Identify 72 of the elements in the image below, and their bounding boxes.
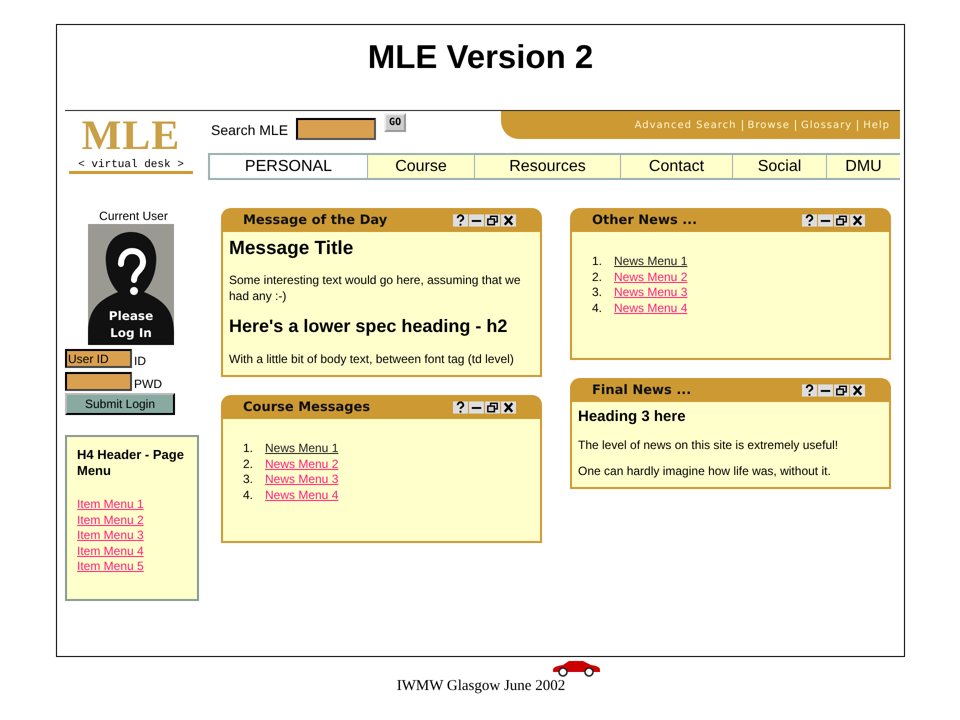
close-icon[interactable] bbox=[850, 384, 865, 396]
go-button[interactable]: GO bbox=[384, 113, 406, 132]
widget-title: Other News ... bbox=[592, 212, 698, 228]
page-menu-link[interactable]: Item Menu 5 bbox=[77, 559, 144, 575]
logo-text: MLE bbox=[82, 113, 180, 159]
page-menu-link[interactable]: Item Menu 1 bbox=[77, 497, 144, 513]
help-icon[interactable] bbox=[453, 214, 468, 226]
search-label: Search MLE bbox=[211, 122, 288, 138]
news-link[interactable]: News Menu 4 bbox=[614, 300, 688, 316]
restore-icon[interactable] bbox=[834, 214, 849, 226]
close-icon[interactable] bbox=[501, 214, 516, 226]
footer-text: IWMW Glasgow June 2002 bbox=[396, 678, 566, 694]
car-icon bbox=[551, 659, 601, 677]
news-link[interactable]: News Menu 4 bbox=[265, 488, 338, 503]
widget-title: Course Messages bbox=[243, 400, 370, 414]
help-icon[interactable] bbox=[453, 400, 468, 414]
submit-login-button[interactable]: Submit Login bbox=[65, 393, 175, 415]
nav-tab[interactable]: Contact bbox=[620, 155, 732, 178]
list-number: 4. bbox=[243, 488, 254, 503]
field-label: PWD bbox=[134, 377, 162, 391]
news-link[interactable]: News Menu 1 bbox=[614, 254, 688, 270]
page-menu-link[interactable]: Item Menu 4 bbox=[77, 544, 144, 560]
help-icon[interactable] bbox=[802, 384, 817, 396]
news-heading: Heading 3 here bbox=[578, 408, 687, 425]
header-link[interactable]: Glossary bbox=[800, 120, 852, 130]
help-icon[interactable] bbox=[802, 214, 817, 226]
body-text: One can hardly imagine how life was, without it. bbox=[578, 463, 832, 479]
page-menu-link[interactable]: Item Menu 3 bbox=[77, 528, 144, 544]
list-number: 1. bbox=[592, 254, 604, 270]
close-icon[interactable] bbox=[501, 400, 516, 414]
minimize-icon[interactable] bbox=[469, 400, 484, 414]
close-icon[interactable] bbox=[850, 214, 865, 226]
body-text: Some interesting text would go here, assuming that we had any :-) bbox=[229, 272, 522, 304]
nav-tab[interactable]: Course bbox=[367, 155, 474, 178]
list-number: 3. bbox=[592, 285, 604, 300]
logo-tagline: < virtual desk > bbox=[78, 159, 184, 172]
current-user-label: Current User bbox=[99, 209, 168, 223]
page-menu-link[interactable]: Item Menu 2 bbox=[77, 512, 144, 528]
news-link[interactable]: News Menu 2 bbox=[614, 270, 688, 285]
nav-tab[interactable]: Social bbox=[732, 155, 826, 178]
news-link[interactable]: News Menu 1 bbox=[265, 441, 338, 456]
list-number: 4. bbox=[592, 300, 604, 316]
news-link[interactable]: News Menu 2 bbox=[265, 456, 338, 472]
list-number: 3. bbox=[243, 472, 254, 488]
restore-icon[interactable] bbox=[834, 384, 849, 396]
password-field[interactable] bbox=[65, 372, 132, 391]
list-number: 2. bbox=[243, 456, 254, 472]
nav-tab[interactable]: Resources bbox=[474, 155, 620, 178]
minimize-icon[interactable] bbox=[818, 384, 833, 396]
nav-tab[interactable]: DMU bbox=[826, 155, 900, 178]
header-link[interactable]: Advanced Search bbox=[634, 120, 737, 130]
widget-title: Final News ... bbox=[592, 382, 692, 398]
news-link[interactable]: News Menu 3 bbox=[265, 472, 338, 488]
header-link[interactable]: Help bbox=[863, 120, 890, 130]
search-field[interactable] bbox=[296, 118, 376, 140]
widget-title: Message of the Day bbox=[243, 212, 388, 228]
user-id-field[interactable]: User ID bbox=[65, 349, 132, 368]
list-number: 2. bbox=[592, 270, 604, 285]
body-text: The level of news on this site is extremely useful! bbox=[578, 437, 840, 453]
message-heading: Message Title bbox=[229, 238, 354, 260]
news-link[interactable]: News Menu 3 bbox=[614, 285, 688, 300]
slide-title: MLE Version 2 bbox=[366, 37, 594, 77]
minimize-icon[interactable] bbox=[469, 214, 484, 226]
restore-icon[interactable] bbox=[485, 400, 500, 414]
restore-icon[interactable] bbox=[485, 214, 500, 226]
page-menu-heading: H4 Header - Page Menu bbox=[77, 447, 185, 479]
field-label: ID bbox=[134, 354, 146, 368]
message-subheading: Here's a lower spec heading - h2 bbox=[229, 316, 508, 337]
body-text: With a little bit of body text, between font tag (td level) bbox=[229, 351, 515, 367]
minimize-icon[interactable] bbox=[818, 214, 833, 226]
list-number: 1. bbox=[243, 441, 254, 456]
header-link[interactable]: Browse bbox=[748, 120, 790, 130]
